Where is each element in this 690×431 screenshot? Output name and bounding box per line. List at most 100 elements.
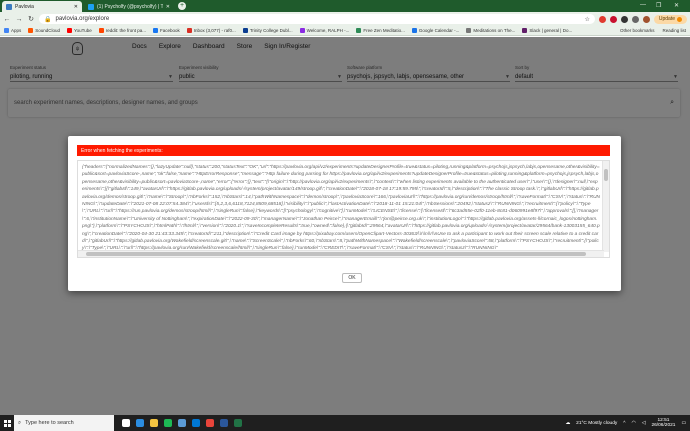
search-icon: ⌕ — [18, 419, 22, 426]
forward-icon[interactable]: → — [15, 16, 23, 23]
extension-icon[interactable] — [609, 15, 617, 23]
bookmark-favicon-icon — [466, 28, 472, 33]
bookmark-label: Welcome, RALPH -... — [306, 28, 350, 33]
task-view-icon[interactable] — [122, 419, 130, 427]
clock[interactable]: 12:51 26/06/2021 — [651, 418, 675, 428]
extension-icon[interactable] — [620, 15, 628, 23]
file-explorer-icon[interactable] — [150, 419, 158, 427]
bookmark-item[interactable]: Free Zen Meditatio... — [356, 28, 405, 33]
lock-icon: 🔒 — [44, 16, 52, 23]
update-button[interactable]: Update — [653, 14, 687, 24]
ok-button[interactable]: OK — [342, 273, 362, 283]
dialog-title: Error when fetching the experiments: — [77, 145, 610, 156]
bookmark-item[interactable]: Slack | general | Do... — [522, 28, 572, 33]
close-tab-icon[interactable]: ✕ — [74, 4, 78, 10]
close-tab-icon[interactable]: ✕ — [166, 4, 170, 10]
error-textbox[interactable]: {"headers":{"normalizedNames":{},"lazyUp… — [77, 160, 610, 258]
new-tab-button[interactable]: + — [178, 2, 186, 10]
dialog-body: {"headers":{"normalizedNames":{},"lazyUp… — [77, 160, 610, 283]
bookmark-item[interactable]: reddit: the front pa... — [98, 28, 147, 33]
bookmark-label: SoundCloud — [35, 28, 61, 33]
windows-icon — [3, 419, 11, 427]
tab-twitter[interactable]: (1) Psycholfy (@psycholfy) | Twitter ✕ — [84, 1, 174, 12]
wifi-icon[interactable]: ◠ — [632, 421, 636, 426]
bookmark-favicon-icon — [522, 28, 528, 33]
bookmark-favicon-icon — [28, 28, 34, 33]
reload-icon[interactable]: ↻ — [27, 15, 35, 23]
bookmark-item[interactable]: Welcome, RALPH -... — [299, 28, 350, 33]
back-icon[interactable]: ← — [3, 16, 11, 23]
bookmark-favicon-icon — [98, 28, 104, 33]
bookmark-favicon-icon — [356, 28, 362, 33]
notifications-icon[interactable]: ▭ — [681, 421, 686, 426]
taskbar-search-input[interactable]: ⌕ Type here to search — [14, 415, 114, 431]
horizontal-scrollbar[interactable] — [78, 250, 604, 257]
spotify-icon[interactable] — [164, 419, 172, 427]
bookmark-favicon-icon — [299, 28, 305, 33]
update-label: Update — [658, 16, 675, 22]
scroll-thumb[interactable] — [604, 169, 608, 181]
bookmark-favicon-icon — [242, 28, 248, 33]
bookmark-item[interactable]: YouTube — [67, 28, 92, 33]
store-icon[interactable] — [178, 419, 186, 427]
minimize-icon[interactable]: — — [640, 2, 646, 8]
bookmark-favicon-icon — [4, 28, 9, 33]
bookmark-label: YouTube — [74, 28, 92, 33]
tab-title: Pavlovia — [15, 3, 34, 10]
bookmark-label: reddit: the front pa... — [105, 28, 147, 33]
bookmark-label: Trinity College Dubl... — [249, 28, 293, 33]
bookmark-item[interactable]: Trinity College Dubl... — [242, 28, 293, 33]
word-icon[interactable] — [220, 419, 228, 427]
weather-cloud-icon: ☁ — [565, 420, 571, 426]
excel-icon[interactable] — [234, 419, 242, 427]
mail-icon[interactable] — [192, 419, 200, 427]
taskbar-search-placeholder: Type here to search — [25, 420, 74, 426]
bookmark-item[interactable]: Apps — [4, 28, 21, 33]
bookmark-favicon-icon — [186, 28, 192, 33]
browser-toolbar: ← → ↻ 🔒 pavlovia.org/explore ☆ Update — [0, 12, 690, 26]
bookmark-item[interactable]: Facebook — [153, 28, 180, 33]
bookmarks-bar: Apps SoundCloud YouTube reddit: the front p… — [0, 26, 690, 36]
chevron-up-icon[interactable]: ^ — [623, 421, 625, 426]
error-dialog: Error when fetching the experiments: {"h… — [68, 136, 621, 291]
error-message: {"headers":{"normalizedNames":{},"lazyUp… — [82, 165, 601, 252]
bookmark-label: Meditations on The... — [473, 28, 516, 33]
bookmarks-right: Other bookmarks Reading list — [620, 28, 686, 33]
taskbar-apps — [122, 419, 242, 427]
start-button[interactable] — [0, 415, 14, 431]
chrome-icon[interactable] — [206, 419, 214, 427]
scroll-thumb[interactable] — [86, 252, 586, 256]
bookmark-favicon-icon — [153, 28, 159, 33]
bookmark-item[interactable]: Inbox (3,077) - raf0... — [186, 28, 236, 33]
system-tray: ☁ 21°C Mostly cloudy ^ ◠ ◁ 12:51 26/06/2… — [565, 418, 690, 428]
star-icon[interactable]: ☆ — [584, 16, 589, 23]
other-bookmarks[interactable]: Other bookmarks — [620, 28, 655, 33]
bookmark-label: Inbox (3,077) - raf0... — [193, 28, 236, 33]
edge-icon[interactable] — [136, 419, 144, 427]
maximize-icon[interactable]: ❐ — [656, 2, 661, 9]
pavlovia-favicon-icon — [6, 3, 12, 10]
taskbar: ⌕ Type here to search ☁ 21°C Mostly clou… — [0, 415, 690, 431]
avatar[interactable] — [642, 15, 650, 23]
extension-icon[interactable] — [598, 15, 606, 23]
volume-icon[interactable]: ◁ — [642, 421, 646, 426]
bookmark-label: Free Zen Meditatio... — [363, 28, 405, 33]
tab-pavlovia[interactable]: Pavlovia ✕ — [2, 1, 82, 12]
puzzle-icon[interactable] — [631, 15, 639, 23]
close-window-icon[interactable]: ✕ — [674, 2, 679, 9]
bookmark-item[interactable]: Meditations on The... — [466, 28, 515, 33]
tab-title: (1) Psycholfy (@psycholfy) | Twitter — [97, 3, 163, 10]
vertical-scrollbar[interactable] — [602, 161, 609, 252]
bookmark-favicon-icon — [67, 28, 73, 33]
bookmark-item[interactable]: Google Calendar -... — [411, 28, 460, 33]
bookmark-label: Slack | general | Do... — [529, 28, 573, 33]
weather-text[interactable]: 21°C Mostly cloudy — [576, 421, 617, 426]
address-bar[interactable]: 🔒 pavlovia.org/explore ☆ — [39, 14, 595, 24]
tab-strip: Pavlovia ✕ (1) Psycholfy (@psycholfy) | … — [0, 0, 690, 12]
bookmark-item[interactable]: SoundCloud — [28, 28, 60, 33]
bookmark-label: Google Calendar -... — [418, 28, 460, 33]
menu-icon — [677, 16, 682, 22]
reading-list[interactable]: Reading list — [662, 28, 686, 33]
bookmark-label: Apps — [11, 28, 22, 33]
bookmark-favicon-icon — [411, 28, 417, 33]
